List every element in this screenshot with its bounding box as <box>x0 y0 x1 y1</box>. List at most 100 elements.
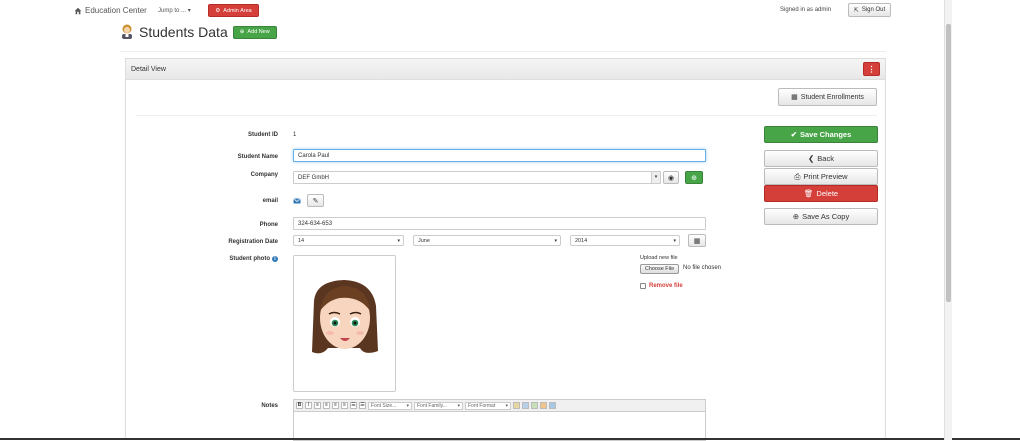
caret-down-icon: ▾ <box>673 238 676 244</box>
font-family-label: Font Family... <box>417 402 447 409</box>
pencil-icon: ✎ <box>312 197 319 205</box>
reg-month-value: June <box>418 238 430 244</box>
reg-year-select[interactable]: 2014 ▾ <box>570 235 680 246</box>
print-preview-label: Print Preview <box>803 172 848 181</box>
remove-file-checkbox[interactable] <box>640 283 646 289</box>
reg-year-value: 2014 <box>575 238 588 244</box>
eye-icon: ◉ <box>667 174 675 182</box>
font-format-select[interactable]: Font Format ▾ <box>465 401 511 410</box>
caret-down-icon: ▾ <box>651 172 660 183</box>
divider <box>120 51 886 52</box>
align-center-icon[interactable]: ≡ <box>323 402 330 409</box>
student-id-value: 1 <box>293 132 297 138</box>
jump-to-label: Jump to ... <box>158 8 187 14</box>
view-company-button[interactable]: ◉ <box>663 171 679 184</box>
no-file-chosen-text: No file chosen <box>683 265 722 271</box>
student-icon <box>122 24 132 39</box>
delete-label: Delete <box>816 189 839 198</box>
print-icon: ⎙ <box>794 171 801 181</box>
font-size-label: Font Size... <box>371 402 397 409</box>
student-enrollments-button[interactable]: ▦ Student Enrollments <box>778 88 877 106</box>
calendar-icon: ▦ <box>693 237 701 245</box>
navbar: Education Center Jump to ... ▾ ⚙ Admin A… <box>66 0 944 22</box>
caret-down-icon: ▾ <box>406 402 409 409</box>
phone-label: Phone <box>259 222 278 228</box>
font-size-select[interactable]: Font Size... ▾ <box>368 401 412 410</box>
student-enrollments-label: Student Enrollments <box>800 93 864 101</box>
logout-icon: ⇱ <box>853 7 859 14</box>
save-as-copy-button[interactable]: ⊕ Save As Copy <box>764 208 878 225</box>
student-name-label: Student Name <box>237 154 278 160</box>
plus-circle-icon: ⊕ <box>792 212 800 221</box>
brand-link[interactable]: Education Center <box>74 6 147 15</box>
caret-down-icon: ▾ <box>554 238 557 244</box>
panel-title: Detail View <box>131 66 166 73</box>
edit-email-button[interactable]: ✎ <box>307 194 324 207</box>
student-photo-label-row: Student photo i <box>178 256 278 262</box>
detail-panel: Detail View ⋮ ▦ Student Enrollments Stud… <box>125 58 886 441</box>
caret-down-icon: ▾ <box>505 402 508 409</box>
page-scrollbar[interactable] <box>944 0 952 440</box>
trash-icon: 🗑 <box>803 189 814 198</box>
reg-month-select[interactable]: June ▾ <box>413 235 561 246</box>
save-changes-button[interactable]: ✔ Save Changes <box>764 126 878 143</box>
chevron-left-icon: ❮ <box>808 154 815 163</box>
back-button[interactable]: ❮ Back <box>764 150 878 167</box>
notes-label: Notes <box>261 403 278 409</box>
envelope-icon[interactable] <box>292 196 301 205</box>
student-avatar-image <box>312 280 378 354</box>
check-icon: ✔ <box>790 130 797 139</box>
add-new-button[interactable]: ⊕ Add New <box>232 25 277 39</box>
sign-out-label: Sign Out <box>861 7 886 13</box>
student-photo <box>293 255 396 392</box>
calendar-button[interactable]: ▦ <box>688 234 706 247</box>
delete-button[interactable]: 🗑 Delete <box>764 185 878 202</box>
vertical-dots-icon: ⋮ <box>867 64 876 74</box>
reg-day-value: 14 <box>298 238 305 244</box>
plus-circle-icon: ⊕ <box>691 174 697 182</box>
link-icon[interactable] <box>522 402 529 409</box>
student-photo-label: Student photo <box>229 256 270 262</box>
email-label: email <box>262 198 278 204</box>
bold-icon[interactable]: B <box>296 402 303 409</box>
unlink-icon[interactable] <box>531 402 538 409</box>
italic-icon[interactable]: I <box>305 402 312 409</box>
font-family-select[interactable]: Font Family... ▾ <box>414 401 463 410</box>
admin-area-label: Admin Area <box>223 7 252 14</box>
save-as-copy-label: Save As Copy <box>802 212 850 221</box>
student-name-input[interactable]: Carola Paul <box>293 149 706 162</box>
upload-new-file-label: Upload new file <box>640 255 678 261</box>
plus-circle-icon: ⊕ <box>239 29 245 35</box>
paint-icon[interactable] <box>513 402 520 409</box>
info-icon[interactable]: i <box>272 256 278 262</box>
add-company-button[interactable]: ⊕ <box>685 171 703 184</box>
phone-input[interactable]: 324-634-653 <box>293 217 706 230</box>
choose-file-button[interactable]: Choose File <box>640 264 679 274</box>
numbered-list-icon[interactable]: ☰ <box>359 402 366 409</box>
remove-file-option[interactable]: Remove file <box>640 283 683 289</box>
signed-in-text: Signed in as admin <box>780 7 832 13</box>
company-select[interactable]: DEF GmbH ▾ <box>293 171 661 184</box>
table-icon: ▦ <box>791 94 798 101</box>
bullet-list-icon[interactable]: ☰ <box>350 402 357 409</box>
notes-editor[interactable]: B I ≡ ≡ ≡ ≡ ☰ ☰ Font Size... ▾ Font Famil… <box>293 399 706 441</box>
company-value: DEF GmbH <box>298 175 330 181</box>
align-right-icon[interactable]: ≡ <box>332 402 339 409</box>
panel-menu-button[interactable]: ⋮ <box>863 62 880 76</box>
company-label: Company <box>250 172 278 178</box>
align-justify-icon[interactable]: ≡ <box>341 402 348 409</box>
brand-label: Education Center <box>85 6 147 15</box>
sign-out-button[interactable]: ⇱ Sign Out <box>848 3 891 17</box>
print-preview-button[interactable]: ⎙ Print Preview <box>764 168 878 185</box>
student-id-label: Student ID <box>248 132 278 138</box>
color-icon[interactable] <box>540 402 547 409</box>
reg-day-select[interactable]: 14 ▾ <box>293 235 404 246</box>
registration-date-label: Registration Date <box>228 239 278 245</box>
caret-down-icon: ▾ <box>187 8 191 14</box>
page-title: Students Data <box>139 24 228 40</box>
admin-area-button[interactable]: ⚙ Admin Area <box>208 4 259 17</box>
align-left-icon[interactable]: ≡ <box>314 402 321 409</box>
image-icon[interactable] <box>549 402 556 409</box>
scrollbar-thumb[interactable] <box>946 24 951 302</box>
jump-to-dropdown[interactable]: Jump to ... ▾ <box>158 7 191 14</box>
